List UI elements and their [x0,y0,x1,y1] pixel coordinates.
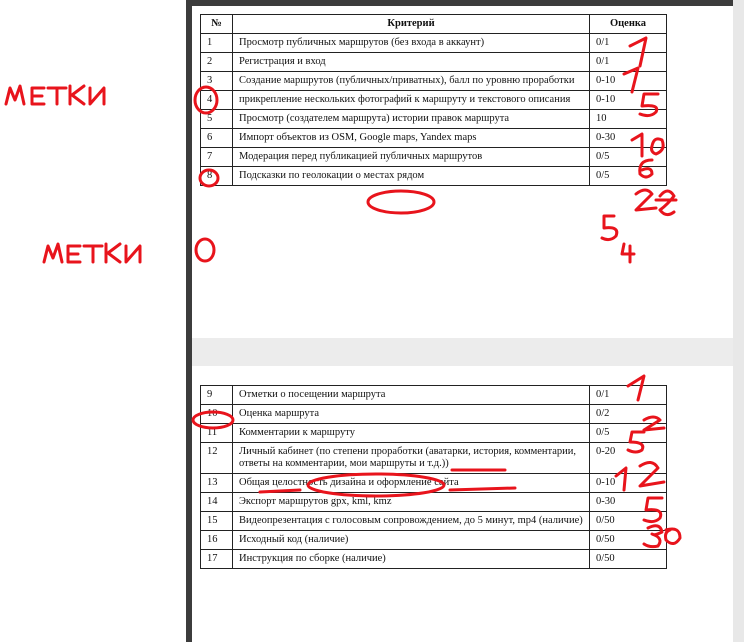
table-row: 9 Отметки о посещении маршрута 0/1 [200,385,667,405]
row-score: 0-10 [589,71,667,91]
row-criterion: Общая целостность дизайна и оформление с… [232,473,590,493]
row-number: 16 [200,530,233,550]
criteria-table-1: № Критерий Оценка 1 Просмотр публичных ма… [200,14,667,186]
row-score: 0/5 [589,147,667,167]
table-row: 1 Просмотр публичных маршрутов (без входа… [200,33,667,53]
row-number: 11 [200,423,233,443]
row-number: 12 [200,442,233,474]
row-number: 4 [200,90,233,110]
criteria-table-2: 9 Отметки о посещении маршрута 0/1 10 Оценка… [200,385,667,569]
row-criterion: Комментарии к маршруту [232,423,590,443]
table-row: 2 Регистрация и вход 0/1 [200,52,667,72]
header-score: Оценка [589,14,667,34]
table-row: 10 Оценка маршрута 0/2 [200,404,667,424]
row-criterion: Модерация перед публикацией публичных ма… [232,147,590,167]
row-criterion: Импорт объектов из OSM, Google maps, Yan… [232,128,590,148]
row-score: 0-20 [589,442,667,474]
header-num: № [200,14,233,34]
row-number: 3 [200,71,233,91]
row-criterion: Просмотр (создателем маршрута) истории п… [232,109,590,129]
row-criterion: Видеопрезентация с голосовым сопровожден… [232,511,590,531]
row-score: 0/50 [589,511,667,531]
row-number: 7 [200,147,233,167]
row-number: 1 [200,33,233,53]
row-criterion: Инструкция по сборке (наличие) [232,549,590,569]
row-score: 0/50 [589,549,667,569]
table-row: 15 Видеопрезентация с голосовым сопровожд… [200,511,667,531]
document-page-1: № Критерий Оценка 1 Просмотр публичных ма… [192,6,733,338]
table-row: 12 Личный кабинет (по степени проработки … [200,442,667,474]
table-header-row: № Критерий Оценка [200,14,667,34]
row-criterion: прикрепление нескольких фотографий к мар… [232,90,590,110]
row-criterion: Просмотр публичных маршрутов (без входа … [232,33,590,53]
row-number: 13 [200,473,233,493]
table-row: 7 Модерация перед публикацией публичных м… [200,147,667,167]
row-score: 0/5 [589,423,667,443]
document-page-2: 9 Отметки о посещении маршрута 0/1 10 Оценка… [192,366,733,642]
row-criterion: Экспорт маршрутов gpx, kml, kmz [232,492,590,512]
row-criterion: Создание маршрутов (публичных/приватных)… [232,71,590,91]
row-criterion: Регистрация и вход [232,52,590,72]
row-score: 0/1 [589,52,667,72]
row-number: 15 [200,511,233,531]
table-row: 11 Комментарии к маршруту 0/5 [200,423,667,443]
row-score: 0-10 [589,473,667,493]
header-criterion: Критерий [232,14,590,34]
table-row: 14 Экспорт маршрутов gpx, kml, kmz 0-30 [200,492,667,512]
row-score: 0/50 [589,530,667,550]
row-score: 0-30 [589,492,667,512]
row-number: 14 [200,492,233,512]
row-criterion: Отметки о посещении маршрута [232,385,590,405]
row-number: 17 [200,549,233,569]
row-criterion: Оценка маршрута [232,404,590,424]
table-row: 3 Создание маршрутов (публичных/приватных… [200,71,667,91]
row-criterion: Подсказки по геолокации о местах рядом [232,166,590,186]
row-criterion: Исходный код (наличие) [232,530,590,550]
row-score: 0/1 [589,33,667,53]
table-row: 16 Исходный код (наличие) 0/50 [200,530,667,550]
table-row: 17 Инструкция по сборке (наличие) 0/50 [200,549,667,569]
row-score: 0/2 [589,404,667,424]
table-row: 6 Импорт объектов из OSM, Google maps, Ya… [200,128,667,148]
row-number: 5 [200,109,233,129]
table-row: 5 Просмотр (создателем маршрута) истории … [200,109,667,129]
row-score: 0/5 [589,166,667,186]
row-number: 9 [200,385,233,405]
left-margin [0,0,186,642]
row-score: 0/1 [589,385,667,405]
table-row: 8 Подсказки по геолокации о местах рядом 0… [200,166,667,186]
row-criterion: Личный кабинет (по степени проработки (а… [232,442,590,474]
row-number: 8 [200,166,233,186]
table-row: 13 Общая целостность дизайна и оформление… [200,473,667,493]
row-score: 0-30 [589,128,667,148]
row-number: 10 [200,404,233,424]
row-score: 10 [589,109,667,129]
table-row: 4 прикрепление нескольких фотографий к ма… [200,90,667,110]
row-number: 2 [200,52,233,72]
row-score: 0-10 [589,90,667,110]
row-number: 6 [200,128,233,148]
viewer-scrollbar[interactable] [733,0,744,642]
page-gap [192,338,733,366]
